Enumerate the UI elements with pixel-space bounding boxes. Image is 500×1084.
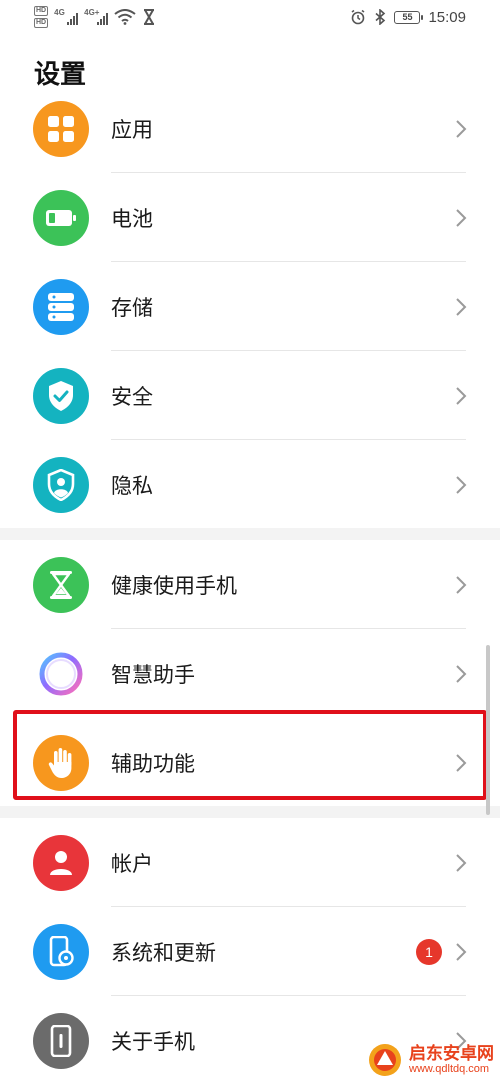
settings-item-label: 隐私	[111, 473, 153, 498]
status-bar: HD HD 4G 4G+ 55 15:09	[0, 0, 500, 34]
settings-item-account[interactable]: 帐户	[0, 818, 500, 907]
status-bar-left: HD HD 4G 4G+	[34, 4, 156, 30]
settings-item-label: 电池	[111, 206, 153, 231]
assistant-ring-icon	[33, 645, 89, 702]
cellular-signal-icon: 4G+	[84, 8, 109, 26]
settings-item-label: 系统和更新	[111, 940, 216, 965]
alarm-icon	[351, 9, 365, 25]
apps-grid-icon	[33, 100, 89, 157]
settings-item-label: 帐户	[111, 851, 153, 876]
chevron-right-icon	[456, 664, 467, 683]
chevron-right-icon	[456, 297, 467, 316]
hd-indicator: HD	[34, 6, 49, 16]
chevron-right-icon	[456, 575, 467, 594]
settings-item-security[interactable]: 安全	[0, 351, 500, 440]
update-count-badge: 1	[416, 938, 442, 965]
settings-item-storage[interactable]: 存储	[0, 262, 500, 351]
watermark-name: 启东安卓网	[409, 1043, 494, 1064]
battery-status-icon: 55	[394, 10, 424, 24]
hd-indicator: HD	[34, 18, 49, 28]
settings-item-label: 关于手机	[111, 1029, 195, 1054]
chevron-right-icon	[456, 942, 467, 961]
section-gap	[0, 806, 500, 818]
watermark-url: www.qdltdq.com	[409, 1063, 490, 1076]
storage-icon	[33, 278, 89, 335]
chevron-right-icon	[456, 208, 467, 227]
section-gap	[0, 528, 500, 540]
settings-item-digital-balance[interactable]: 健康使用手机	[0, 540, 500, 629]
privacy-shield-icon	[33, 456, 89, 513]
settings-item-label: 健康使用手机	[111, 573, 237, 598]
settings-item-label: 应用	[111, 117, 153, 142]
settings-item-apps[interactable]: 应用	[0, 84, 500, 173]
settings-item-label: 安全	[111, 384, 153, 409]
status-bar-right: 55 15:09	[350, 6, 466, 28]
settings-item-accessibility[interactable]: 辅助功能	[0, 718, 500, 807]
cellular-signal-icon: 4G	[54, 8, 79, 26]
settings-item-privacy[interactable]: 隐私	[0, 440, 500, 529]
settings-item-battery[interactable]: 电池	[0, 173, 500, 262]
hd-indicators: HD HD	[34, 6, 49, 28]
shield-check-icon	[33, 367, 89, 424]
wifi-icon	[114, 9, 136, 25]
watermark-logo-icon	[369, 1044, 401, 1076]
settings-item-label: 辅助功能	[111, 751, 195, 776]
account-icon	[33, 834, 89, 891]
battery-icon	[33, 189, 89, 246]
chevron-right-icon	[456, 853, 467, 872]
settings-item-assistant[interactable]: 智慧助手	[0, 629, 500, 718]
chevron-right-icon	[456, 753, 467, 772]
settings-item-label: 智慧助手	[111, 662, 195, 687]
chevron-right-icon	[456, 386, 467, 405]
hand-icon	[33, 734, 89, 791]
chevron-right-icon	[456, 475, 467, 494]
scrollbar[interactable]	[486, 645, 490, 815]
hourglass-icon	[33, 556, 89, 613]
watermark: 启东安卓网 www.qdltdq.com	[367, 1042, 494, 1078]
settings-item-system-update[interactable]: 系统和更新 1	[0, 907, 500, 996]
chevron-right-icon	[456, 119, 467, 138]
bluetooth-icon	[375, 9, 386, 25]
about-phone-icon	[33, 1012, 89, 1069]
status-clock: 15:09	[428, 8, 466, 26]
settings-item-label: 存储	[111, 295, 153, 320]
hourglass-status-icon	[144, 9, 155, 25]
system-update-icon	[33, 923, 89, 980]
